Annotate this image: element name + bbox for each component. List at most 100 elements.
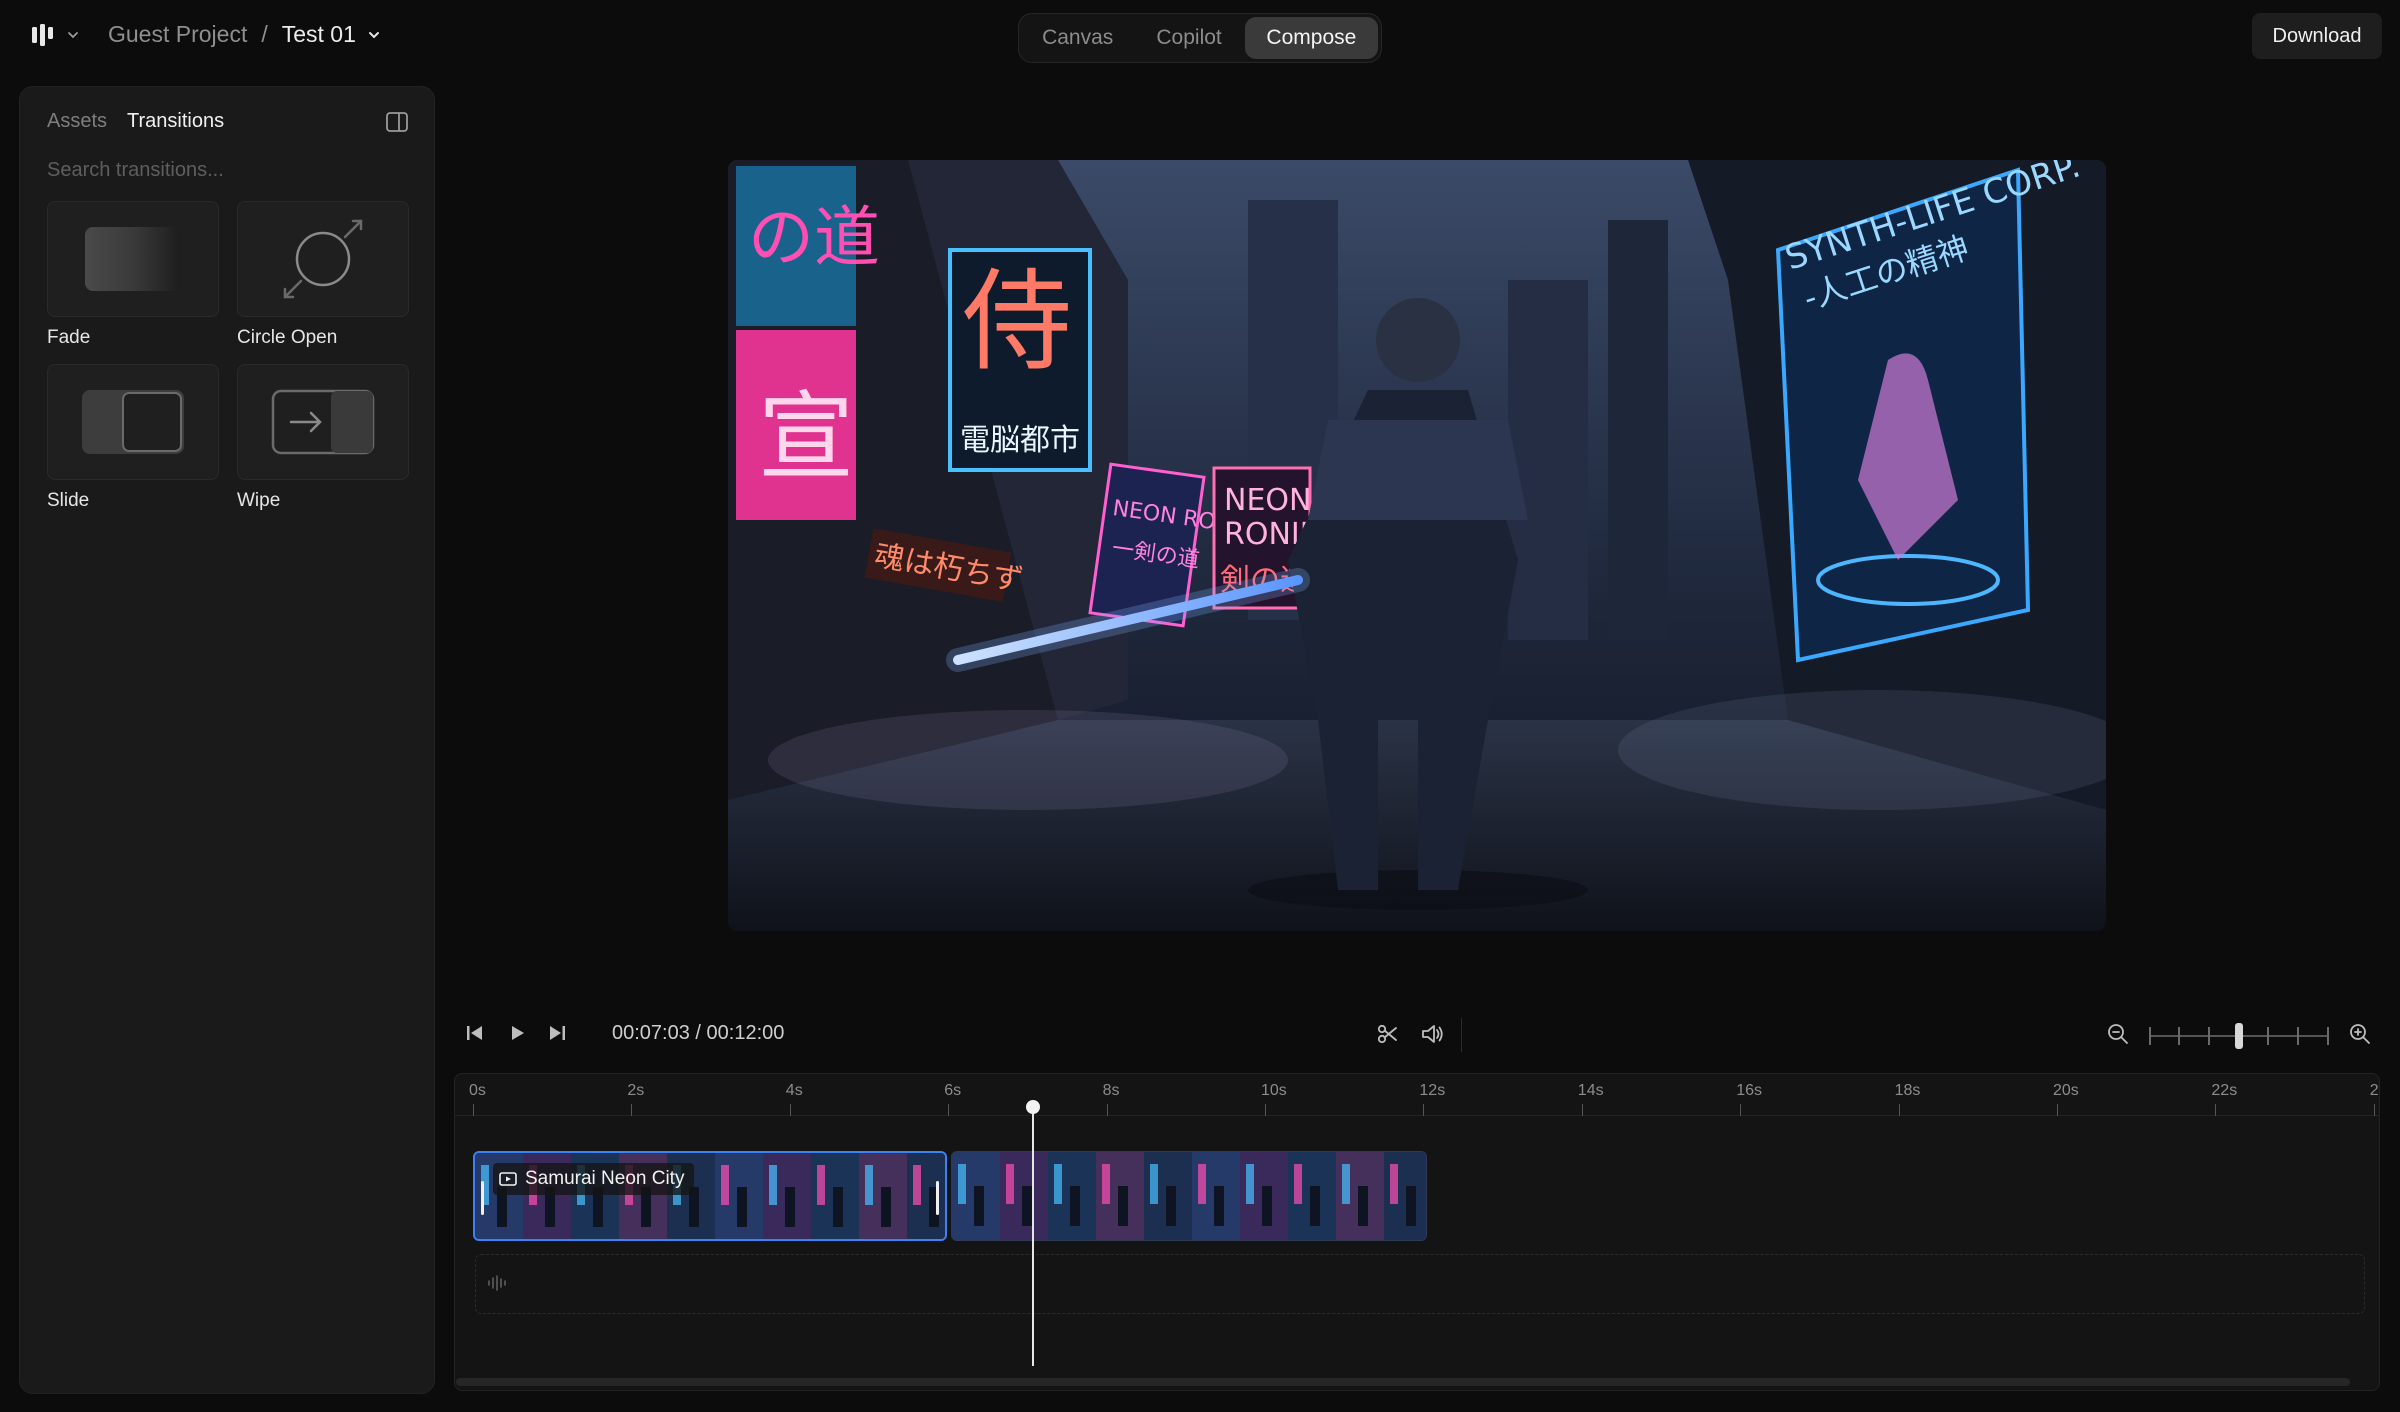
transition-search-input[interactable] <box>47 159 407 182</box>
video-clip[interactable] <box>951 1151 1427 1241</box>
chevron-down-icon <box>68 32 78 39</box>
transition-thumbnail <box>237 201 409 317</box>
frame-figure <box>1406 1186 1416 1226</box>
frame-neon-sign <box>817 1165 825 1205</box>
frame-neon-sign <box>865 1165 873 1205</box>
frame-figure <box>1166 1186 1176 1226</box>
transition-label: Circle Open <box>237 327 338 348</box>
ruler-label: 16s <box>1736 1082 1762 1099</box>
mode-canvas[interactable]: Canvas <box>1022 17 1133 59</box>
transition-label: Slide <box>47 490 90 511</box>
playhead-handle[interactable] <box>1026 1100 1040 1114</box>
volume-icon[interactable] <box>1420 1022 1446 1046</box>
app-logo-menu[interactable] <box>30 22 80 48</box>
frame-neon-sign <box>958 1164 966 1204</box>
mode-compose[interactable]: Compose <box>1244 17 1378 59</box>
transition-fade[interactable]: Fade <box>47 201 219 349</box>
fade-icon <box>85 227 181 291</box>
breadcrumb-separator: / <box>261 21 268 47</box>
ruler-tick <box>1106 1104 1108 1116</box>
frame-figure <box>1022 1186 1032 1226</box>
wipe-icon <box>271 389 375 455</box>
transition-slide[interactable]: Slide <box>47 364 219 512</box>
panel-tabs: Assets Transitions <box>47 110 224 133</box>
audio-track[interactable] <box>475 1254 2365 1314</box>
sidebar-toggle-icon[interactable] <box>386 112 408 132</box>
transition-wipe[interactable]: Wipe <box>237 364 409 512</box>
ruler-label: 22s <box>2211 1082 2238 1099</box>
ruler-tick <box>1265 1104 1266 1116</box>
video-preview[interactable]: の道 宣 侍 電脳都市 魂は朽ちず NEON RONIN 一剣の道 NEON RO… <box>728 160 2106 931</box>
zoom-tick <box>2149 1027 2151 1045</box>
ruler-label: 12s <box>1419 1082 1446 1099</box>
ruler-tick <box>1423 1104 1425 1116</box>
breadcrumb: Guest Project / Test 01 <box>108 21 382 48</box>
ruler-tick <box>2215 1104 2217 1116</box>
video-clip-icon <box>499 1172 517 1186</box>
skip-back-icon[interactable] <box>464 1022 486 1044</box>
ruler-tick <box>1740 1104 1742 1116</box>
frame-neon-sign <box>1006 1164 1014 1204</box>
zoom-slider[interactable] <box>2149 1023 2329 1049</box>
zoom-tick <box>2327 1027 2329 1045</box>
zoom-out-icon[interactable] <box>2106 1022 2130 1046</box>
circle-open-icon <box>283 219 363 299</box>
breadcrumb-file[interactable]: Test 01 <box>282 21 356 48</box>
ruler-tick <box>2057 1104 2058 1116</box>
frame-figure <box>1070 1186 1080 1226</box>
download-button[interactable]: Download <box>2252 13 2382 59</box>
frame-neon-sign <box>913 1165 921 1205</box>
ruler-label: 4s <box>785 1082 803 1099</box>
timeline[interactable]: 0s 2s 4s 6s 8s 10s 12s 14s 16s 18s 20s 22s 24s Samur… <box>454 1073 2380 1391</box>
timecode: 00:07:03 / 00:12:00 <box>612 1022 784 1045</box>
frame-figure <box>833 1187 843 1227</box>
slide-icon <box>82 390 184 454</box>
zoom-tick <box>2208 1027 2210 1045</box>
sign-city: 電脳都市 <box>960 423 1080 458</box>
sign-left-mid: 宣 <box>758 381 854 493</box>
frame-figure <box>1310 1186 1320 1226</box>
frame-figure <box>1262 1186 1272 1226</box>
transition-circle-open[interactable]: Circle Open <box>237 201 409 349</box>
time-ruler[interactable]: 0s 2s 4s 6s 8s 10s 12s 14s 16s 18s 20s 22s 24s <box>455 1074 2379 1116</box>
tab-transitions[interactable]: Transitions <box>127 110 224 133</box>
top-bar: Guest Project / Test 01 Canvas Copilot C… <box>0 0 2400 72</box>
mode-copilot[interactable]: Copilot <box>1133 17 1244 59</box>
timeline-scrollbar[interactable] <box>456 1378 2350 1386</box>
clip-filmstrip <box>952 1152 1426 1240</box>
ruler-label: 0s <box>469 1082 486 1099</box>
frame-figure <box>881 1187 891 1227</box>
transition-thumbnail <box>47 201 219 317</box>
ruler-tick <box>948 1104 950 1116</box>
frame-figure <box>737 1187 747 1227</box>
transition-label: Wipe <box>237 490 281 511</box>
scissors-icon[interactable] <box>1376 1022 1400 1046</box>
clip-trim-handle-left[interactable] <box>481 1181 484 1215</box>
clip-trim-handle-right[interactable] <box>936 1181 939 1215</box>
ruler-tick <box>789 1104 791 1116</box>
logo-icon <box>32 24 53 46</box>
frame-neon-sign <box>1102 1164 1110 1204</box>
ruler-label: 6s <box>944 1082 962 1099</box>
tab-assets[interactable]: Assets <box>47 110 107 133</box>
video-clip[interactable]: Samurai Neon City <box>473 1151 947 1241</box>
zoom-tick <box>2178 1027 2180 1045</box>
frame-neon-sign <box>1390 1164 1398 1204</box>
zoom-slider-thumb[interactable] <box>2235 1023 2243 1049</box>
file-menu-chevron-icon[interactable] <box>366 27 382 43</box>
frame-neon-sign <box>1246 1164 1254 1204</box>
frame-figure <box>1358 1186 1368 1226</box>
skip-forward-icon[interactable] <box>546 1022 568 1044</box>
ruler-tick <box>1898 1104 1900 1116</box>
breadcrumb-project[interactable]: Guest Project <box>108 21 247 48</box>
zoom-in-icon[interactable] <box>2348 1022 2372 1046</box>
play-icon[interactable] <box>506 1022 528 1044</box>
frame-neon-sign <box>721 1165 729 1205</box>
ruler-tick <box>1581 1104 1583 1116</box>
playhead[interactable] <box>1032 1108 1034 1366</box>
frame-neon-sign <box>769 1165 777 1205</box>
ruler-label: 10s <box>1261 1082 1287 1099</box>
transitions-panel: Assets Transitions Fade Circle Open <box>19 86 435 1394</box>
clip-name: Samurai Neon City <box>525 1168 685 1189</box>
ruler-tick <box>2373 1104 2375 1116</box>
